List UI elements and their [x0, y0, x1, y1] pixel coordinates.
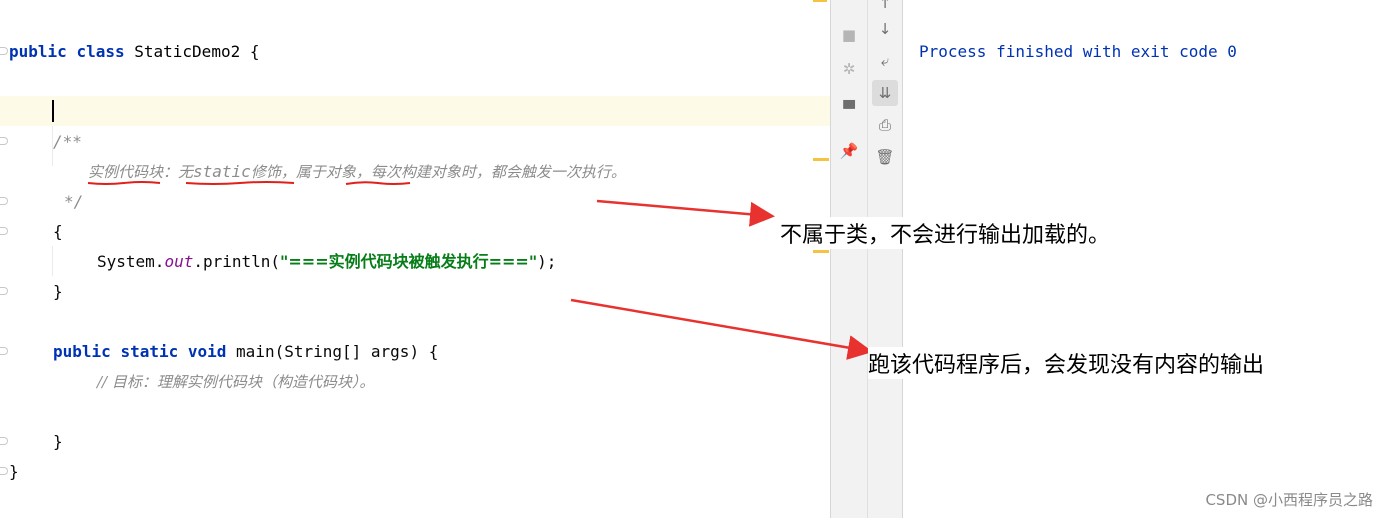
annotation-note-1: 不属于类，不会进行输出加载的。: [780, 217, 1111, 249]
watermark: CSDN @小西程序员之路: [1205, 491, 1373, 509]
arrow-to-note1: [596, 199, 775, 227]
annotation-arrows: [570, 199, 873, 360]
arrow-to-note2: [570, 298, 873, 360]
annotation-note-2: 跑该代码程序后，会发现没有内容的输出: [868, 347, 1265, 379]
